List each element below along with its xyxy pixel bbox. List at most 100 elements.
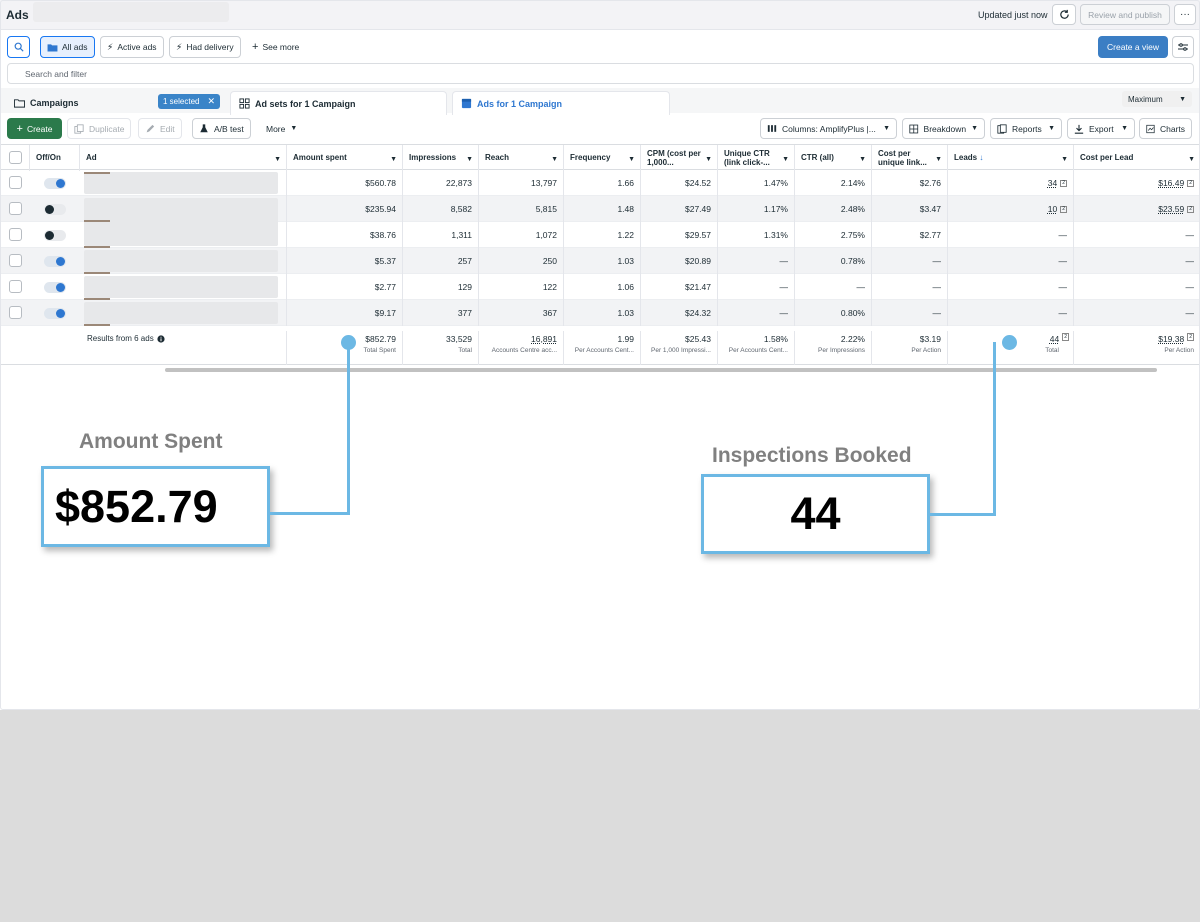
caret-down-icon: ▼ [971,125,978,132]
table-header: Off/On Ad ▼ Amount spent ▼ Impressions ▼ Re… [0,144,1200,171]
header-cost-per-lead[interactable]: Cost per Lead ▼ [1074,145,1200,171]
row-checkbox[interactable] [9,280,22,293]
reports-dropdown[interactable]: Reports ▼ [990,118,1062,139]
ad-thumbnail [84,172,110,174]
header-cpm[interactable]: CPM (cost per 1,000... ▼ [641,145,718,171]
duplicate-label: Duplicate [89,123,125,134]
filter-all-ads[interactable]: All ads [40,36,95,58]
tab-ads[interactable]: Ads for 1 Campaign [452,91,670,115]
review-and-publish-button[interactable]: Review and publish [1080,4,1170,25]
filter-had-delivery[interactable]: ⚡︎ Had delivery [169,36,241,58]
view-settings-button[interactable] [1172,36,1194,58]
summary-cpm: $25.43 Per 1,000 Impressi... [641,331,718,365]
cell-leads: — [948,248,1074,274]
cell-impressions: 377 [403,300,479,326]
header-reach[interactable]: Reach ▼ [479,145,564,171]
ad-name-redacted[interactable] [84,302,278,324]
clear-selection-icon[interactable]: ✕ [207,96,215,107]
columns-dropdown[interactable]: Columns: AmplifyPlus |... ▼ [760,118,897,139]
breakdown-dropdown[interactable]: Breakdown ▼ [902,118,985,139]
table-row[interactable]: $2.77 129 122 1.06 $21.47 — — — — — [0,274,1200,300]
cell-frequency: 1.22 [564,222,641,248]
table-row[interactable]: $5.37 257 250 1.03 $20.89 — 0.78% — — — [0,248,1200,274]
header-frequency[interactable]: Frequency ▼ [564,145,641,171]
ad-name-redacted[interactable] [84,276,278,298]
header-ad[interactable]: Ad ▼ [80,145,287,171]
duplicate-button[interactable]: Duplicate [67,118,132,139]
ad-name-redacted[interactable] [84,172,278,194]
cell-cpl-value[interactable]: $23.59 [1158,204,1184,214]
edit-button[interactable]: Edit [138,118,182,139]
header-off-on[interactable]: Off/On [30,145,80,171]
charts-label: Charts [1159,123,1185,134]
cell-cpm-value: $27.49 [685,204,711,214]
search-and-filter-input[interactable]: Search and filter [7,63,1194,84]
ad-name-redacted[interactable] [84,250,278,272]
filter-active-ads[interactable]: ⚡︎ Active ads [100,36,164,58]
filter-all-ads-label: All ads [62,42,88,52]
header-cost-per-unique-link[interactable]: Cost per unique link... ▼ [872,145,948,171]
maximum-dropdown[interactable]: Maximum ▼ [1122,91,1192,107]
ad-status-toggle[interactable] [44,178,66,189]
header-select-all[interactable] [0,145,30,171]
row-checkbox[interactable] [9,228,22,241]
selected-badge[interactable]: 1 selected ✕ [158,94,220,109]
row-checkbox[interactable] [9,176,22,189]
create-view-button[interactable]: Create a view [1098,36,1168,58]
selected-badge-label: 1 selected [163,97,200,106]
tab-ad-sets[interactable]: Ad sets for 1 Campaign [230,91,447,115]
ad-name-redacted[interactable] [84,224,278,246]
header-impressions[interactable]: Impressions ▼ [403,145,479,171]
more-options-button[interactable]: ··· [1174,4,1196,25]
ad-status-toggle[interactable] [44,282,66,293]
header-unique-ctr[interactable]: Unique CTR (link click-... ▼ [718,145,795,171]
summary-leads-link[interactable]: 44 [1050,334,1059,344]
summary-impressions: 33,529 Total [403,331,479,365]
header-ctr-all[interactable]: CTR (all) ▼ [795,145,872,171]
create-button[interactable]: + Create [7,118,62,139]
caret-down-icon: ▼ [883,125,890,132]
more-label: More [266,123,286,134]
summary-uctr-value: 1.58% [763,334,788,344]
summary-cpm-value: $25.43 [685,334,711,344]
row-checkbox[interactable] [9,202,22,215]
table-row[interactable]: $38.76 1,311 1,072 1.22 $29.57 1.31% 2.75% $2.7… [0,222,1200,248]
table-row[interactable]: $560.78 22,873 13,797 1.66 $24.52 1.47% 2.14% $… [0,170,1200,196]
cell-frequency: 1.06 [564,274,641,300]
row-checkbox[interactable] [9,306,22,319]
header-leads[interactable]: Leads ↓ ▼ [948,145,1074,171]
horizontal-scrollbar[interactable] [165,368,1157,372]
more-actions-button[interactable]: More ▼ [260,118,303,139]
cell-reach-value: 122 [542,282,557,292]
search-button[interactable] [7,36,30,58]
charts-button[interactable]: Charts [1139,118,1192,139]
ad-status-toggle[interactable] [44,256,66,267]
info-icon[interactable] [157,334,165,343]
caret-down-icon: ▼ [935,156,942,163]
inspections-booked-callout-box: 44 [701,474,930,554]
cell-cpl-value[interactable]: $16.49 [1158,178,1184,188]
header-amount-spent[interactable]: Amount spent ▼ [287,145,403,171]
table-row[interactable]: $9.17 377 367 1.03 $24.32 — 0.80% — — — [0,300,1200,326]
summary-ctr-all: 2.22% Per Impressions [795,331,872,365]
ad-status-toggle[interactable] [44,308,66,319]
cell-cpl-value: — [1185,256,1195,266]
summary-frequency-value: 1.99 [617,334,634,344]
row-checkbox[interactable] [9,254,22,267]
cell-uctr-value: — [779,256,789,266]
ad-status-toggle[interactable] [44,230,66,241]
ab-test-button[interactable]: A/B test [192,118,251,139]
summary-cpl-link[interactable]: $19.38 [1158,334,1184,344]
toggle-knob [45,205,54,214]
refresh-button[interactable] [1052,4,1076,25]
table-row[interactable]: $235.94 8,582 5,815 1.48 $27.49 1.17% 2.48% $3.… [0,196,1200,246]
summary-reach-link[interactable]: 16,891 [531,334,557,344]
cell-leads-value[interactable]: 10 [1048,204,1057,214]
cell-leads-value[interactable]: 34 [1048,178,1057,188]
header-reach-label: Reach [485,153,510,162]
see-more-button[interactable]: + See more [246,36,305,58]
ad-status-toggle[interactable] [44,204,66,215]
export-dropdown[interactable]: Export ▼ [1067,118,1135,139]
cell-reach: 367 [479,300,564,326]
select-all-checkbox[interactable] [9,151,22,164]
